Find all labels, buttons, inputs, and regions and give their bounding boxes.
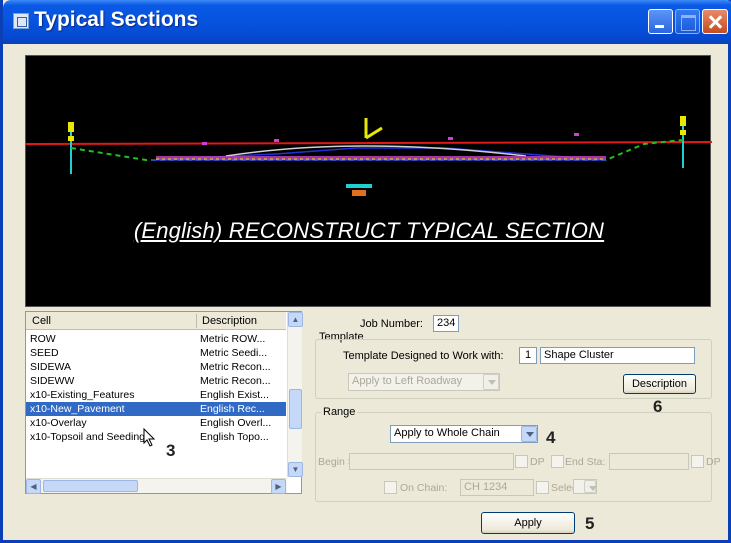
- window-title: Typical Sections: [34, 8, 199, 31]
- select-checkbox[interactable]: [536, 481, 549, 494]
- end-dp-label: DP: [706, 456, 721, 468]
- range-apply-dropdown[interactable]: Apply to Whole Chain: [390, 425, 538, 443]
- scroll-thumb-horizontal[interactable]: [43, 480, 138, 492]
- apply-button[interactable]: Apply: [481, 512, 575, 534]
- vertical-scrollbar[interactable]: ▲ ▼: [287, 312, 303, 477]
- close-button[interactable]: [702, 9, 728, 34]
- template-type-field: Shape Cluster: [540, 347, 695, 364]
- job-number-field[interactable]: 234: [433, 315, 459, 332]
- section-graphic: [26, 116, 712, 196]
- chevron-down-icon: [521, 426, 537, 442]
- list-item[interactable]: SIDEWA Metric Recon...: [26, 360, 286, 374]
- callout-5: 5: [585, 514, 595, 533]
- callout-3: 3: [166, 441, 176, 460]
- cell-list[interactable]: Cell Description ROW Metric ROW... SEED Me…: [25, 311, 303, 494]
- app-icon: [13, 13, 29, 29]
- scroll-thumb[interactable]: [289, 389, 302, 429]
- scroll-left-button[interactable]: ◀: [26, 479, 41, 494]
- mouse-cursor-icon: [143, 428, 156, 447]
- scroll-up-button[interactable]: ▲: [288, 312, 303, 327]
- description-button[interactable]: Description: [623, 374, 696, 394]
- chain-field[interactable]: CH 1234: [460, 479, 534, 496]
- range-group-label: Range: [321, 406, 358, 418]
- on-chain-label: On Chain:: [400, 482, 448, 494]
- scroll-right-button[interactable]: ▶: [271, 479, 286, 494]
- horizontal-scrollbar[interactable]: ◀ ▶: [26, 478, 287, 494]
- on-chain-checkbox[interactable]: [384, 481, 397, 494]
- chevron-down-icon: [584, 480, 597, 493]
- title-bar[interactable]: Typical Sections: [3, 0, 731, 44]
- centerline-marker: [364, 118, 383, 140]
- end-station-label: End Sta:: [565, 456, 606, 468]
- callout-4: 4: [546, 428, 556, 447]
- list-item[interactable]: x10-Existing_Features English Exist...: [26, 388, 286, 402]
- job-number-label: Job Number:: [360, 318, 423, 330]
- minimize-button[interactable]: [648, 9, 673, 34]
- maximize-button[interactable]: [675, 9, 700, 34]
- typical-sections-window: Typical Sections (English) RECONSTRUCT T…: [0, 0, 731, 543]
- section-preview: (English) RECONSTRUCT TYPICAL SECTION: [25, 55, 712, 307]
- column-header-description[interactable]: Description: [202, 315, 257, 327]
- preview-caption: (English) RECONSTRUCT TYPICAL SECTION: [133, 218, 605, 243]
- list-item[interactable]: SEED Metric Seedi...: [26, 346, 286, 360]
- select-dropdown[interactable]: [573, 479, 597, 494]
- end-station-checkbox[interactable]: [551, 455, 564, 468]
- list-item[interactable]: SIDEWW Metric Recon...: [26, 374, 286, 388]
- template-designed-label: Template Designed to Work with:: [343, 350, 504, 362]
- end-dp-checkbox[interactable]: [691, 455, 704, 468]
- chevron-down-icon: [483, 374, 499, 390]
- list-header: Cell Description: [26, 312, 286, 330]
- list-item-selected[interactable]: x10-New_Pavement English Rec...: [26, 402, 286, 416]
- template-count-field: 1: [519, 347, 537, 364]
- end-station-field[interactable]: [609, 453, 689, 470]
- ground-line: [26, 141, 712, 145]
- column-header-cell[interactable]: Cell: [32, 315, 51, 327]
- pipe-symbol: [346, 184, 372, 188]
- scroll-down-button[interactable]: ▼: [288, 462, 303, 477]
- list-item[interactable]: ROW Metric ROW...: [26, 332, 286, 346]
- apply-roadway-dropdown[interactable]: Apply to Left Roadway: [348, 373, 500, 391]
- begin-dp-checkbox[interactable]: [515, 455, 528, 468]
- begin-dp-label: DP: [530, 456, 545, 468]
- begin-station-field[interactable]: [349, 453, 514, 470]
